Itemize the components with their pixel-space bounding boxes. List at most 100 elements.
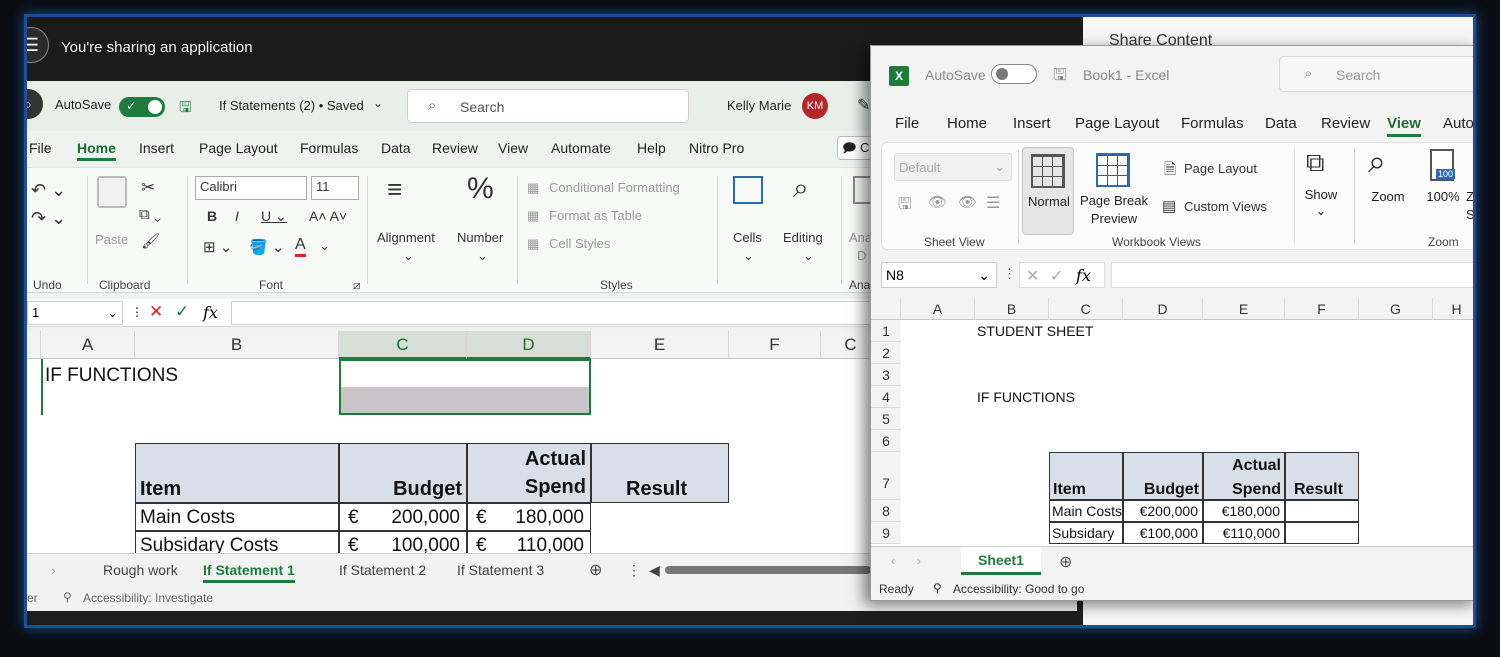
tab-sheet1[interactable]: Sheet1 — [961, 547, 1041, 575]
row-header-8[interactable]: 8 — [871, 500, 901, 522]
options-list-icon[interactable]: ☰ — [986, 193, 1000, 213]
show-icon[interactable]: ⧉ — [1306, 147, 1325, 179]
zoom-selection-partial-2[interactable]: Se — [1466, 207, 1473, 222]
exit-view-icon[interactable]: 👁 — [928, 193, 947, 211]
title-cell[interactable]: IF FUNCTIONS — [45, 365, 178, 387]
table-row[interactable]: Subsidary — [1049, 522, 1123, 544]
font-color-icon[interactable]: A — [295, 236, 306, 257]
custom-views-icon[interactable]: ▤ — [1162, 197, 1176, 215]
row-header-7[interactable]: 7 — [871, 452, 901, 500]
menu-nitro-pro[interactable]: Nitro Pro — [689, 140, 744, 156]
more-icon[interactable]: ⋮ — [627, 562, 641, 579]
row-header-4[interactable]: 4 — [871, 386, 901, 408]
if-functions-cell[interactable]: IF FUNCTIONS — [977, 389, 1075, 405]
autosave-toggle[interactable] — [991, 64, 1037, 84]
add-sheet-icon[interactable]: ⊕ — [589, 560, 602, 580]
chevron-down-icon[interactable]: ⌄ — [743, 248, 754, 264]
undo-icon[interactable]: ↶ ⌄ — [31, 180, 66, 201]
search-box[interactable]: ⌕ Search — [1279, 56, 1473, 92]
alignment-icon[interactable]: ≡ — [387, 174, 402, 205]
column-header-a[interactable]: A — [41, 331, 135, 359]
column-header-e[interactable]: E — [1203, 298, 1285, 320]
menu-file[interactable]: File — [895, 115, 919, 132]
enter-icon[interactable]: ✓ — [1050, 266, 1063, 286]
format-painter-icon[interactable]: 🖌 — [141, 232, 160, 250]
chevron-down-icon[interactable]: ⌄ — [403, 248, 414, 264]
cell-styles-button[interactable]: Cell Styles — [549, 236, 610, 251]
copy-icon[interactable]: ⧉ ⌄ — [139, 206, 161, 223]
search-box[interactable]: ⌕ Search — [407, 89, 689, 123]
name-box[interactable]: N8 ⌄ — [881, 262, 997, 288]
zoom-100-button[interactable]: 100% — [1418, 189, 1468, 204]
chevron-down-icon[interactable]: ⌄ — [803, 248, 814, 264]
conditional-formatting-button[interactable]: Conditional Formatting — [549, 180, 680, 195]
dialog-launcher-icon[interactable]: ⧄ — [353, 278, 361, 293]
zoom-button[interactable]: Zoom — [1358, 189, 1418, 204]
select-all-corner[interactable] — [871, 298, 901, 320]
tab-scroll-left-icon[interactable]: ‹ — [891, 554, 895, 568]
menu-file[interactable]: File — [29, 140, 52, 156]
formula-input[interactable] — [1111, 262, 1473, 288]
sheet-view-select[interactable]: Default ⌄ — [894, 153, 1012, 181]
budget-cell[interactable]: €200,000 — [1123, 500, 1203, 522]
column-header-c[interactable]: C — [339, 331, 467, 359]
row-header-5[interactable]: 5 — [871, 408, 901, 430]
fill-color-icon[interactable]: 🪣 ⌄ — [249, 238, 284, 256]
save-icon[interactable]: 🖫 — [1053, 64, 1067, 91]
bold-icon[interactable]: B — [207, 208, 217, 224]
column-header-b[interactable]: B — [135, 331, 339, 359]
redo-icon[interactable]: ↷ ⌄ — [31, 208, 66, 229]
magnifier-icon[interactable]: ⌕ — [27, 89, 43, 119]
cells-label[interactable]: Cells — [733, 230, 762, 245]
insert-function-icon[interactable]: fx — [203, 303, 218, 322]
pen-icon[interactable]: ✎ — [857, 95, 870, 115]
column-header-d[interactable]: D — [467, 331, 591, 359]
result-cell[interactable] — [1285, 500, 1359, 522]
menu-review[interactable]: Review — [1321, 115, 1370, 132]
more-icon[interactable]: ⋮ — [131, 305, 143, 319]
accessibility-status[interactable]: Accessibility: Investigate — [83, 591, 213, 605]
menu-help[interactable]: Help — [637, 140, 666, 156]
menu-automate[interactable]: Auto — [1443, 115, 1473, 132]
editing-magnifier-icon[interactable]: ⌕ — [793, 172, 809, 205]
accessibility-icon[interactable]: ⚲ — [63, 590, 72, 604]
budget-cell[interactable]: €100,000 — [1123, 522, 1203, 544]
menu-data[interactable]: Data — [1265, 115, 1297, 132]
accessibility-icon[interactable]: ⚲ — [933, 581, 942, 595]
menu-insert[interactable]: Insert — [1013, 115, 1051, 132]
result-cell[interactable] — [1285, 522, 1359, 544]
row-header-6[interactable]: 6 — [871, 430, 901, 452]
zoom-selection-partial[interactable]: Z — [1466, 189, 1473, 204]
cancel-icon[interactable]: ✕ — [1026, 266, 1039, 286]
chevron-down-icon[interactable]: ⌄ — [477, 248, 488, 264]
actual-cell[interactable]: €110,000 — [1203, 522, 1285, 544]
show-button[interactable]: Show — [1296, 187, 1346, 202]
font-size-select[interactable]: 11 — [311, 176, 359, 200]
page-break-preview-icon[interactable] — [1096, 153, 1130, 187]
table-row[interactable]: Main Costs — [135, 503, 339, 531]
more-icon[interactable]: ⋮ — [1003, 266, 1016, 282]
row-header-9[interactable]: 9 — [871, 522, 901, 544]
column-header-a[interactable]: A — [901, 298, 975, 320]
custom-views-button[interactable]: Custom Views — [1184, 199, 1267, 214]
save-icon[interactable]: 🖫 — [179, 97, 192, 122]
editing-label[interactable]: Editing — [783, 230, 823, 245]
borders-icon[interactable]: ⊞ ⌄ — [203, 238, 232, 256]
student-sheet-cell[interactable]: STUDENT SHEET — [977, 323, 1093, 339]
row-header-2[interactable]: 2 — [871, 342, 901, 364]
row-header-1[interactable]: 1 — [871, 320, 901, 342]
tab-scroll-right-icon[interactable]: › — [51, 562, 56, 578]
select-all-corner[interactable] — [27, 331, 41, 359]
zoom-magnifier-icon[interactable]: ⌕ — [1368, 143, 1386, 181]
tab-rough-work[interactable]: Rough work — [103, 562, 178, 578]
menu-view[interactable]: View — [498, 140, 528, 156]
page-break-label-2[interactable]: Preview — [1078, 211, 1150, 226]
front-worksheet-grid[interactable]: A B C D E F G H 1 2 3 4 5 6 7 8 9 STUDEN… — [871, 298, 1473, 546]
column-header-f[interactable]: F — [1285, 298, 1359, 320]
tab-if-statement-2[interactable]: If Statement 2 — [339, 562, 426, 578]
normal-view-button[interactable]: Normal — [1022, 147, 1074, 235]
italic-icon[interactable]: I — [235, 208, 239, 224]
menu-page-layout[interactable]: Page Layout — [1075, 115, 1159, 132]
format-as-table-icon[interactable]: ▦ — [527, 208, 539, 224]
new-view-icon[interactable]: 👁 — [958, 193, 977, 211]
